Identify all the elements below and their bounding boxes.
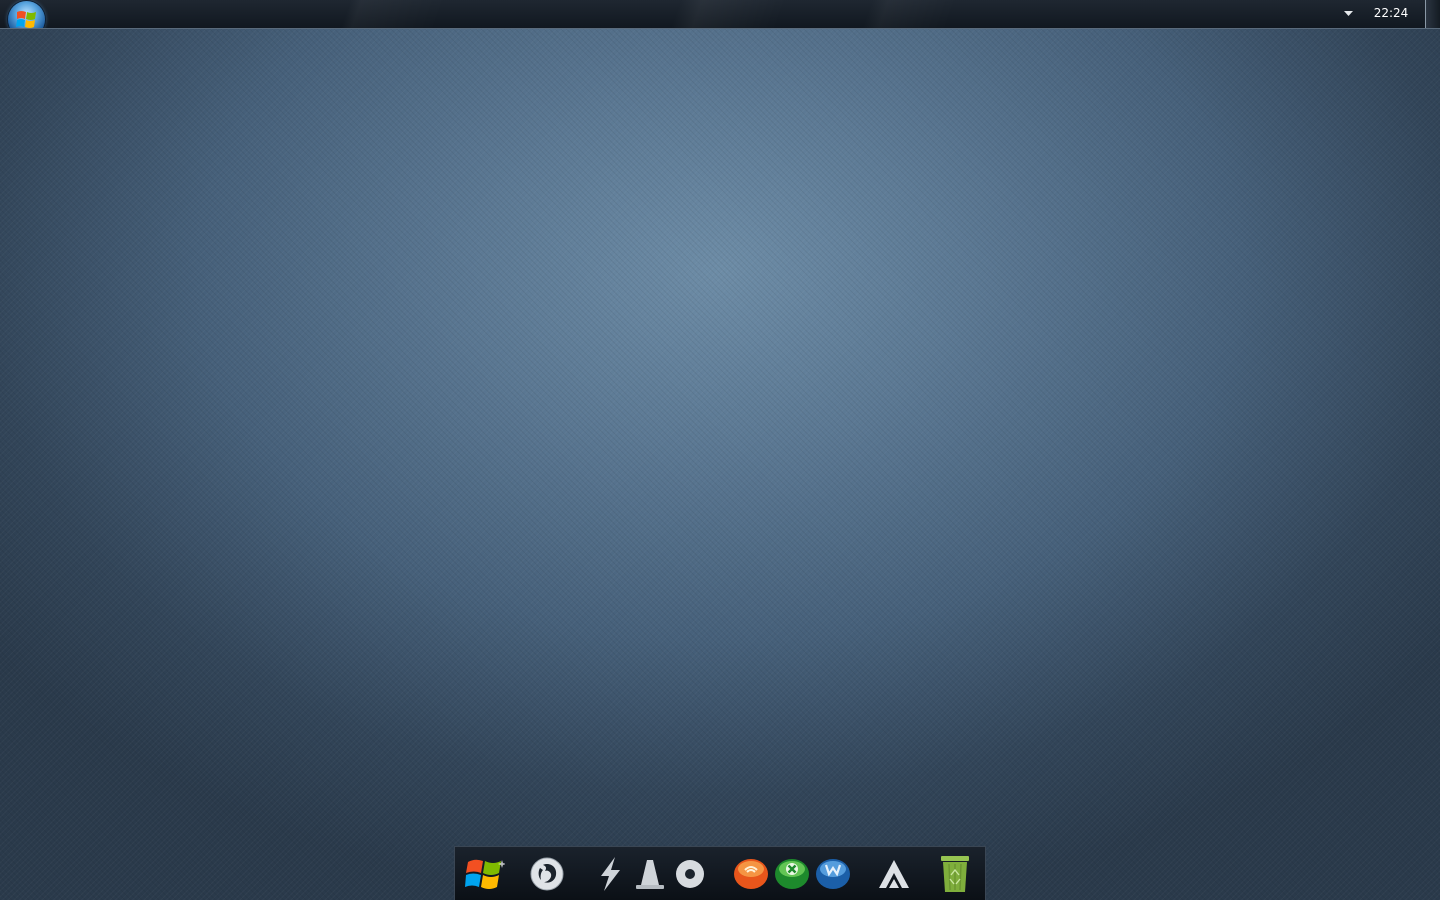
dock-item-a-logo[interactable] (873, 853, 915, 895)
start-orb-button[interactable] (8, 1, 45, 28)
dock-item-vlc[interactable] (629, 853, 671, 895)
dock-item-messenger[interactable] (730, 853, 772, 895)
taskbar: 22:24 (0, 0, 1440, 29)
orange-messenger-icon (734, 859, 768, 889)
dock-item-recycle-bin[interactable] (934, 853, 976, 895)
windows-orb-icon (16, 11, 36, 28)
windows-logo-icon (465, 859, 505, 889)
recycle-bin-icon (941, 856, 969, 892)
desktop[interactable]: 22:24 (0, 0, 1440, 900)
dock-item-disc[interactable] (669, 853, 711, 895)
xbox-icon (775, 859, 809, 889)
dock-item-xbox[interactable] (771, 853, 813, 895)
dock-item-firefox[interactable] (526, 853, 568, 895)
tray-overflow-button[interactable] (1341, 8, 1355, 20)
dock (454, 846, 986, 900)
vlc-cone-icon (636, 860, 664, 889)
a-logo-icon (879, 860, 909, 888)
show-desktop-button[interactable] (1425, 0, 1440, 28)
firefox-icon (530, 857, 564, 891)
lightning-icon (601, 857, 620, 891)
taskbar-clock[interactable]: 22:24 (1370, 5, 1412, 21)
chevron-down-icon (1343, 11, 1353, 16)
disc-icon (676, 860, 704, 888)
dock-item-lightning[interactable] (589, 853, 631, 895)
dock-item-windows[interactable] (464, 853, 506, 895)
blue-w-icon (816, 859, 850, 889)
dock-item-w[interactable] (812, 853, 854, 895)
